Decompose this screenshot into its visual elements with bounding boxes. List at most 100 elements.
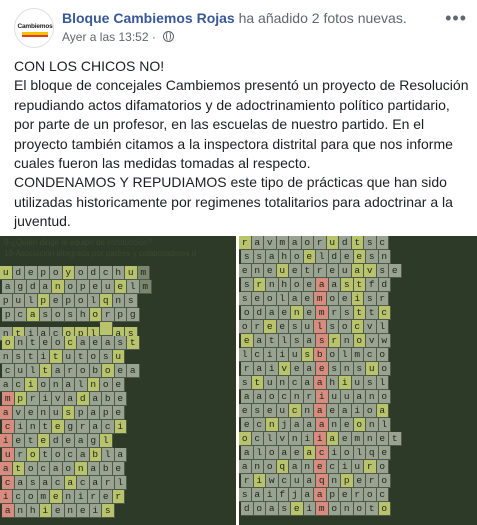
grid-cell: d bbox=[50, 434, 63, 448]
grid-row: ietedeagl bbox=[0, 434, 113, 448]
grid-cell: n bbox=[62, 490, 75, 504]
grid-cell: l bbox=[239, 348, 252, 362]
grid-cell: d bbox=[87, 266, 100, 280]
photo-word-search-2[interactable]: ravmaorudtscssahoeldeesneneuetreuavsesrn… bbox=[239, 236, 477, 525]
grid-cell: q bbox=[366, 446, 379, 460]
grid-cell: s bbox=[27, 476, 40, 490]
grid-cell: o bbox=[326, 348, 339, 362]
grid-cell: s bbox=[239, 376, 252, 390]
grid-row: icomenirer bbox=[0, 490, 125, 504]
grid-cell: o bbox=[102, 364, 115, 378]
grid-cell: t bbox=[27, 336, 40, 350]
grid-cell: v bbox=[276, 432, 289, 446]
grid-cell: s bbox=[364, 376, 377, 390]
grid-cell: g bbox=[87, 434, 100, 448]
grid-cell: u bbox=[276, 404, 289, 418]
grid-row: avenuspape bbox=[0, 406, 125, 420]
grid-cell: a bbox=[89, 392, 102, 406]
post-photos: 9-¿Quién dirige al equipo de conducción?… bbox=[0, 236, 477, 525]
grid-row: oreesulsocvl bbox=[239, 320, 389, 334]
grid-cell: l bbox=[100, 434, 113, 448]
grid-cell: m bbox=[37, 490, 50, 504]
grid-cell: e bbox=[241, 418, 254, 432]
grid-cell: e bbox=[326, 264, 339, 278]
grid-row: acionalnoe bbox=[0, 378, 125, 392]
grid-cell: o bbox=[376, 348, 389, 362]
grid-cell: t bbox=[251, 376, 264, 390]
grid-cell: s bbox=[12, 350, 25, 364]
grid-cell: a bbox=[64, 392, 77, 406]
post-body: CON LOS CHICOS NO! El bloque de concejal… bbox=[14, 57, 469, 232]
grid-cell: p bbox=[2, 308, 15, 322]
grid-cell: p bbox=[0, 294, 13, 308]
grid-cell: l bbox=[127, 280, 140, 294]
grid-cell: e bbox=[339, 292, 352, 306]
grid-cell: h bbox=[112, 266, 125, 280]
grid-cell: r bbox=[314, 264, 327, 278]
grid-cell: a bbox=[87, 462, 100, 476]
page-name-link[interactable]: Bloque Cambiemos Rojas bbox=[62, 10, 235, 26]
grid-cell: a bbox=[241, 390, 254, 404]
grid-cell: s bbox=[241, 250, 254, 264]
grid-cell: o bbox=[100, 378, 113, 392]
grid-cell: q bbox=[316, 474, 329, 488]
post-paragraph: CONDENAMOS Y REPUDIAMOS este tipo de prá… bbox=[14, 174, 453, 230]
grid-cell: c bbox=[376, 236, 389, 250]
grid-cell: a bbox=[328, 278, 341, 292]
grid-cell: c bbox=[12, 490, 25, 504]
grid-row: aloaeaciolqe bbox=[241, 446, 391, 460]
grid-cell: y bbox=[62, 266, 75, 280]
grid-cell: p bbox=[75, 406, 88, 420]
grid-cell: e bbox=[341, 250, 354, 264]
photo-word-search-1[interactable]: 9-¿Quién dirige al equipo de conducción?… bbox=[0, 236, 236, 525]
page-avatar[interactable]: Cambiemos bbox=[14, 8, 54, 48]
post-timestamp[interactable]: Ayer a las 13:52 bbox=[62, 30, 149, 44]
grid-cell: o bbox=[364, 404, 377, 418]
grid-cell: a bbox=[0, 462, 13, 476]
grid-cell: o bbox=[353, 418, 366, 432]
grid-cell: t bbox=[50, 350, 63, 364]
grid-cell: a bbox=[314, 404, 327, 418]
grid-row: cultaroboea bbox=[2, 364, 140, 378]
grid-cell: i bbox=[266, 362, 279, 376]
grid-cell: h bbox=[77, 308, 90, 322]
grid-cell: d bbox=[77, 392, 90, 406]
more-options-icon[interactable]: ••• bbox=[445, 8, 467, 29]
grid-cell: a bbox=[52, 364, 65, 378]
grid-cell: t bbox=[39, 448, 52, 462]
grid-cell: n bbox=[112, 294, 125, 308]
grid-cell: g bbox=[14, 280, 27, 294]
grid-cell: a bbox=[253, 334, 266, 348]
grid-cell: e bbox=[291, 362, 304, 376]
grid-cell: e bbox=[353, 474, 366, 488]
grid-cell: a bbox=[239, 460, 252, 474]
grid-cell: c bbox=[351, 320, 364, 334]
grid-cell: i bbox=[89, 504, 102, 518]
grid-cell: a bbox=[89, 476, 102, 490]
grid-cell: r bbox=[351, 488, 364, 502]
grid-cell: a bbox=[339, 404, 352, 418]
grid-cell: t bbox=[39, 364, 52, 378]
grid-cell: c bbox=[100, 266, 113, 280]
grid-cell: c bbox=[2, 476, 15, 490]
grid-cell: t bbox=[12, 462, 25, 476]
grid-cell: m bbox=[351, 432, 364, 446]
post-title-line: Bloque Cambiemos Rojas ha añadido 2 foto… bbox=[62, 10, 407, 26]
grid-cell: i bbox=[39, 392, 52, 406]
grid-cell: e bbox=[278, 306, 291, 320]
grid-cell: a bbox=[289, 292, 302, 306]
grid-cell: m bbox=[276, 236, 289, 250]
grid-cell: a bbox=[353, 390, 366, 404]
grid-cell: a bbox=[303, 418, 316, 432]
grid-cell: m bbox=[314, 292, 327, 306]
grid-cell: s bbox=[125, 294, 138, 308]
grid-cell: b bbox=[100, 462, 113, 476]
grid-cell: l bbox=[102, 448, 115, 462]
grid-cell: i bbox=[276, 348, 289, 362]
grid-cell: s bbox=[251, 404, 264, 418]
grid-cell: n bbox=[37, 406, 50, 420]
grid-cell: a bbox=[62, 378, 75, 392]
grid-cell: o bbox=[239, 432, 252, 446]
grid-cell: o bbox=[2, 336, 15, 350]
grid-cell: r bbox=[314, 236, 327, 250]
